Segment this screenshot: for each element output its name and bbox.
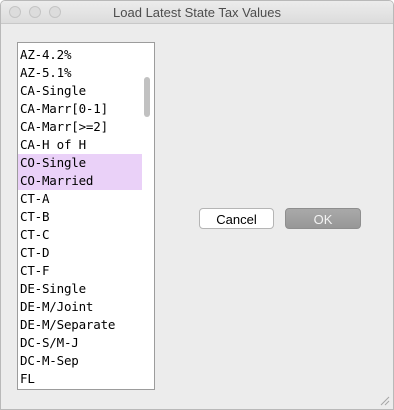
- list-item[interactable]: CT-A: [18, 190, 142, 208]
- list-item[interactable]: CA-Marr[0-1]: [18, 100, 142, 118]
- list-item[interactable]: CA-H of H: [18, 136, 142, 154]
- window-title: Load Latest State Tax Values: [113, 5, 281, 20]
- list-item[interactable]: AZ-4.2%: [18, 46, 142, 64]
- scrollbar-thumb[interactable]: [144, 77, 150, 117]
- cancel-button[interactable]: Cancel: [199, 208, 274, 229]
- scrollbar[interactable]: [140, 43, 154, 389]
- list-item[interactable]: CO-Married: [18, 172, 142, 190]
- list-item[interactable]: CT-B: [18, 208, 142, 226]
- list-item[interactable]: CA-Marr[>=2]: [18, 118, 142, 136]
- resize-grip-icon[interactable]: [380, 396, 390, 406]
- list-item[interactable]: DC-M-Sep: [18, 352, 142, 370]
- ok-button[interactable]: OK: [285, 208, 361, 229]
- title-bar: Load Latest State Tax Values: [1, 1, 393, 24]
- list-item[interactable]: DE-M/Joint: [18, 298, 142, 316]
- list-items: AZ-4.2% AZ-5.1% CA-Single CA-Marr[0-1] CA-Ma…: [18, 46, 142, 388]
- list-item[interactable]: CA-Single: [18, 82, 142, 100]
- list-item[interactable]: CT-C: [18, 226, 142, 244]
- list-item[interactable]: AZ-5.1%: [18, 64, 142, 82]
- list-item[interactable]: CT-F: [18, 262, 142, 280]
- list-item[interactable]: DC-S/M-J: [18, 334, 142, 352]
- state-tax-list[interactable]: AZ-4.2% AZ-5.1% CA-Single CA-Marr[0-1] CA-Ma…: [17, 42, 155, 390]
- list-item[interactable]: FL: [18, 370, 142, 388]
- list-item[interactable]: CO-Single: [18, 154, 142, 172]
- list-item[interactable]: DE-M/Separate: [18, 316, 142, 334]
- list-item[interactable]: CT-D: [18, 244, 142, 262]
- list-item[interactable]: DE-Single: [18, 280, 142, 298]
- dialog-window: Load Latest State Tax Values AZ-4.2% AZ-5…: [0, 0, 394, 410]
